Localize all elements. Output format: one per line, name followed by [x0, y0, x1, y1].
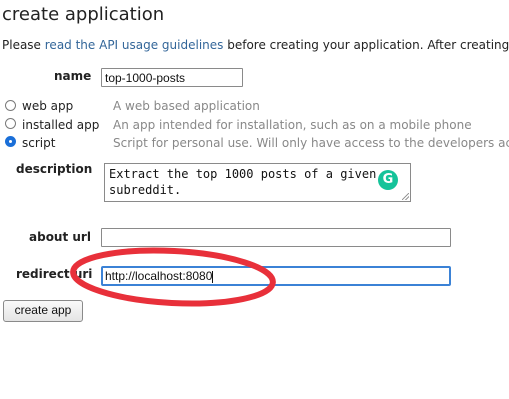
resize-grip-icon[interactable]: [402, 193, 409, 200]
installed-app-description: An app intended for installation, such a…: [113, 118, 472, 132]
intro-after: before creating your application. After …: [223, 38, 509, 52]
name-label: name: [54, 69, 92, 83]
radio-script[interactable]: [5, 136, 16, 147]
description-label: description: [16, 162, 93, 176]
description-line-2: subreddit.: [109, 183, 182, 197]
api-guidelines-link[interactable]: read the API usage guidelines: [45, 38, 224, 52]
page-title: create application: [2, 4, 165, 25]
about-url-label: about url: [29, 230, 91, 244]
web-app-description: A web based application: [113, 99, 260, 113]
create-app-button[interactable]: create app: [3, 300, 83, 322]
description-textarea[interactable]: Extract the top 1000 posts of a given su…: [104, 163, 411, 202]
radio-installed-app-label[interactable]: installed app: [22, 118, 99, 132]
grammarly-icon[interactable]: G: [378, 170, 398, 190]
script-description: Script for personal use. Will only have …: [113, 136, 509, 150]
radio-script-label[interactable]: script: [22, 136, 55, 150]
intro-text: Please read the API usage guidelines bef…: [2, 38, 509, 52]
annotation-ellipse: [70, 247, 276, 307]
radio-web-app-label[interactable]: web app: [22, 99, 73, 113]
radio-installed-app[interactable]: [5, 118, 16, 129]
radio-web-app[interactable]: [5, 100, 16, 111]
intro-before: Please: [2, 38, 45, 52]
description-line-1: Extract the top 1000 posts of a given: [109, 167, 377, 181]
name-input[interactable]: top-1000-posts: [101, 68, 243, 87]
